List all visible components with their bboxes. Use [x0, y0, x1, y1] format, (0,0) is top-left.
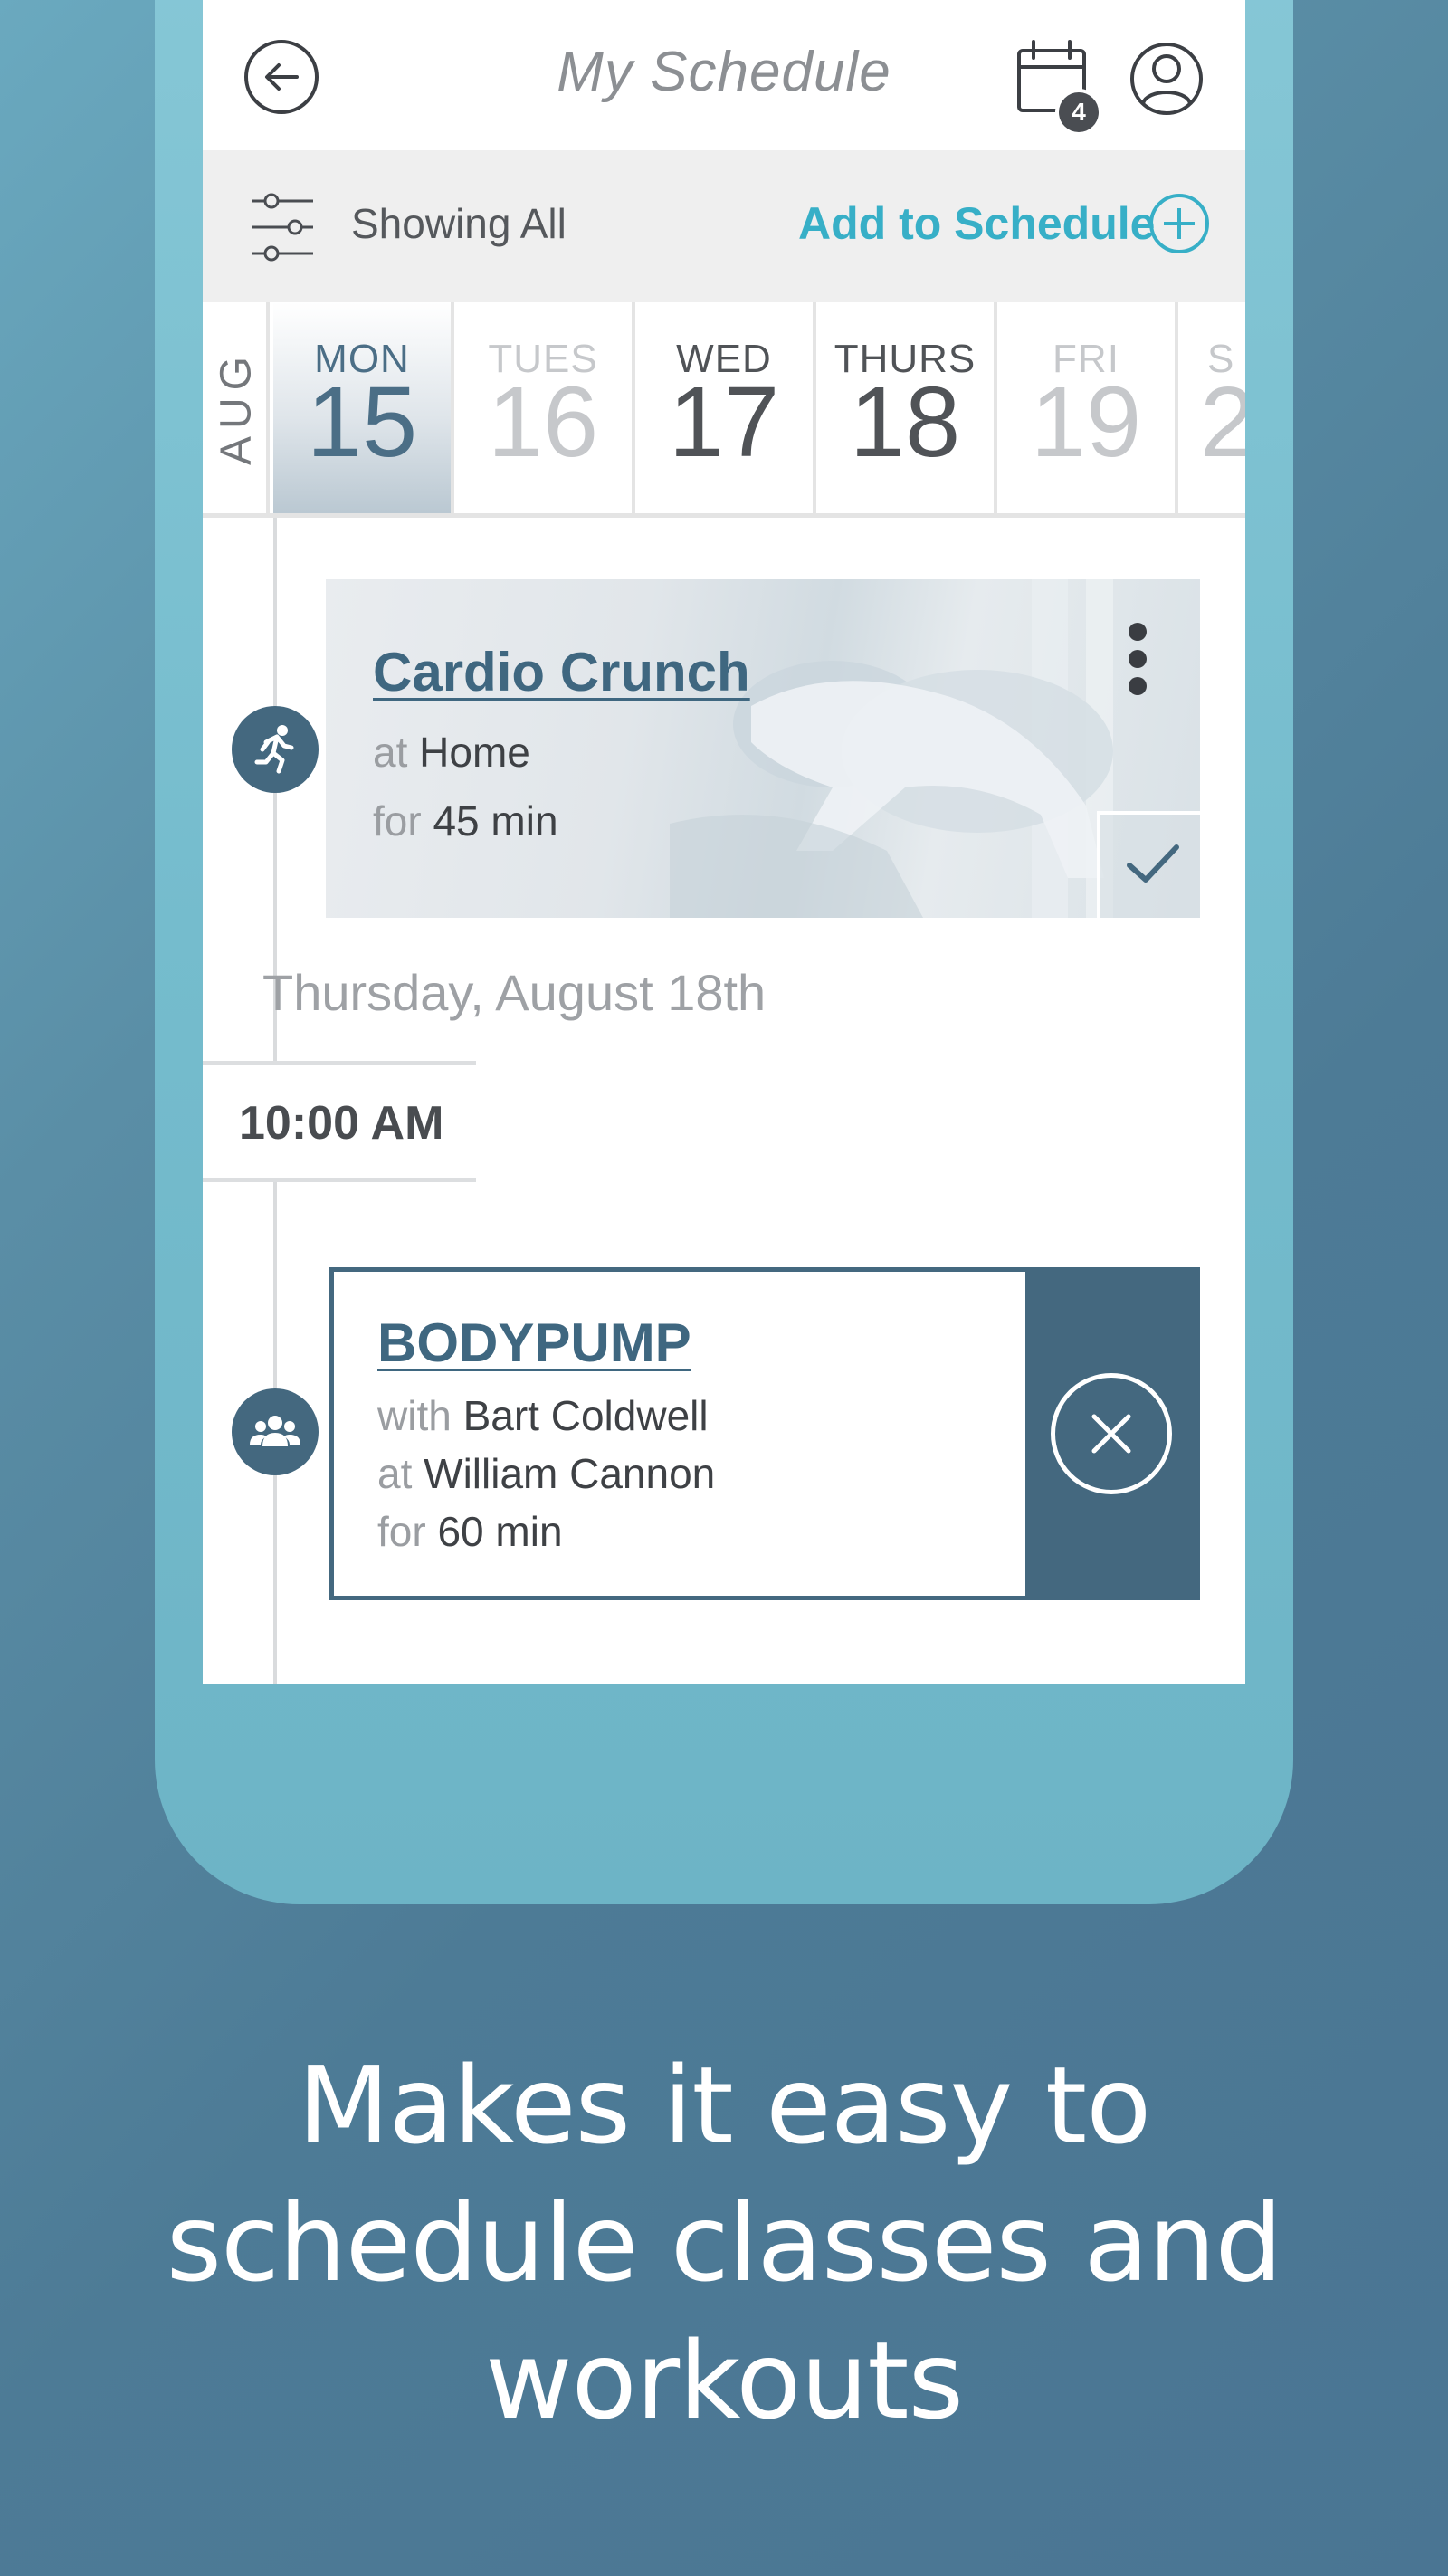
event-instructor: with Bart Coldwell: [377, 1392, 709, 1439]
event-type-marker: [232, 1388, 319, 1475]
date-strip: AUG MON 15 TUES 16 WED 17 THURS 18 FRI 1…: [203, 302, 1245, 518]
event-duration: for 45 min: [373, 797, 558, 844]
filter-status-label[interactable]: Showing All: [351, 199, 567, 248]
event-location: at William Cannon: [377, 1450, 716, 1497]
calendar-count-badge: 4: [1055, 89, 1102, 136]
close-icon: [1091, 1414, 1131, 1454]
add-to-schedule-link[interactable]: Add to Schedule: [798, 197, 1155, 250]
day-tues[interactable]: TUES 16: [454, 302, 635, 513]
section-date-heading: Thursday, August 18th: [262, 964, 767, 1021]
group-icon: [250, 1416, 300, 1446]
checkmark-icon: [1127, 844, 1179, 883]
marketing-tagline: Makes it easy to schedule classes and wo…: [166, 2043, 1283, 2443]
event-card-bodypump[interactable]: BODYPUMP with Bart Coldwell at William C…: [329, 1267, 1200, 1600]
filter-sliders-icon[interactable]: [250, 188, 315, 266]
event-location: at Home: [373, 729, 530, 776]
time-slot-label: 10:00 AM: [203, 1061, 476, 1182]
day-wed[interactable]: WED 17: [635, 302, 816, 513]
running-person-icon: [254, 725, 294, 774]
day-thurs[interactable]: THURS 18: [816, 302, 997, 513]
remove-event-pane: [1025, 1272, 1196, 1596]
event-card-cardio-crunch[interactable]: Cardio Crunch at Home for 45 min: [326, 579, 1200, 918]
event-title[interactable]: Cardio Crunch: [373, 641, 750, 703]
complete-checkbox[interactable]: [1097, 811, 1200, 918]
remove-event-button[interactable]: [1051, 1373, 1172, 1494]
app-screen: My Schedule 4 Showing All Add to Schedul…: [203, 0, 1245, 1684]
plus-circle-icon[interactable]: [1148, 192, 1211, 255]
filter-bar: Showing All Add to Schedule: [203, 150, 1245, 302]
event-duration: for 60 min: [377, 1508, 563, 1555]
day-sat-partial[interactable]: S 2: [1178, 302, 1245, 513]
day-fri[interactable]: FRI 19: [997, 302, 1178, 513]
user-avatar-icon: [1130, 43, 1203, 115]
top-bar: My Schedule 4: [203, 0, 1245, 150]
month-label: AUG: [203, 302, 270, 513]
event-title[interactable]: BODYPUMP: [377, 1312, 691, 1374]
more-options-icon[interactable]: [1124, 623, 1151, 704]
event-type-marker: [232, 706, 319, 793]
day-mon[interactable]: MON 15: [273, 302, 454, 513]
profile-button[interactable]: [1129, 42, 1204, 116]
